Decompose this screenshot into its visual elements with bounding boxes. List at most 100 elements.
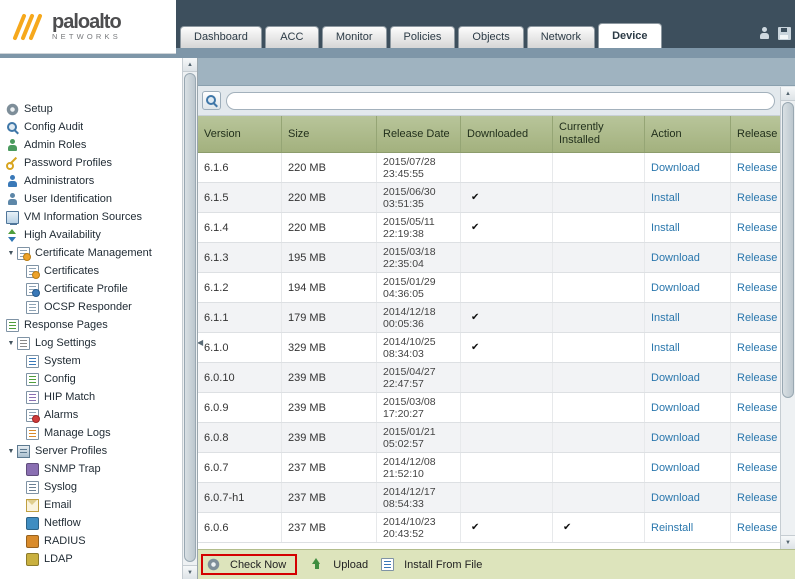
sidebar-item-vm-information-sources[interactable]: VM Information Sources [0, 208, 181, 226]
table-row: 6.0.7-h1 237 MB 2014/12/1708:54:33 Downl… [198, 483, 795, 513]
version-cell: 6.0.7-h1 [198, 483, 282, 512]
sidebar-item-email[interactable]: Email [0, 496, 181, 514]
sidebar-item-setup[interactable]: Setup [0, 100, 181, 118]
sidebar-item-config[interactable]: Config [0, 370, 181, 388]
scroll-down-icon[interactable]: ▼ [183, 565, 197, 579]
magnifier-icon [6, 121, 19, 134]
scroll-up-icon[interactable]: ▲ [183, 58, 197, 72]
action-link[interactable]: Download [651, 282, 700, 294]
release-notes-link[interactable]: Release [737, 432, 777, 444]
user-icon[interactable] [758, 27, 771, 40]
tab-dashboard[interactable]: Dashboard [180, 26, 262, 48]
tab-device[interactable]: Device [598, 23, 661, 48]
release-notes-link[interactable]: Release [737, 282, 777, 294]
table-scrollbar-thumb[interactable] [782, 102, 794, 398]
release-notes-link[interactable]: Release [737, 162, 777, 174]
action-link[interactable]: Download [651, 462, 700, 474]
tree-collapse-icon[interactable]: ▼ [6, 448, 16, 455]
column-header-size[interactable]: Size [282, 116, 377, 152]
tab-network[interactable]: Network [527, 26, 595, 48]
column-header-action[interactable]: Action [645, 116, 731, 152]
sidebar-item-certificate-management[interactable]: ▼Certificate Management [0, 244, 181, 262]
sidebar-item-radius[interactable]: RADIUS [0, 532, 181, 550]
sidebar-scrollbar-thumb[interactable] [184, 73, 196, 562]
column-header-version[interactable]: Version [198, 116, 282, 152]
scroll-up-icon[interactable]: ▲ [781, 87, 795, 101]
release-notes-link[interactable]: Release [737, 402, 777, 414]
upload-button[interactable]: Upload [310, 558, 368, 571]
sidebar-item-snmp-trap[interactable]: SNMP Trap [0, 460, 181, 478]
action-link[interactable]: Download [651, 402, 700, 414]
version-cell: 6.0.7 [198, 453, 282, 482]
collapse-sidebar-arrow[interactable]: ◀ [198, 338, 203, 347]
table-scrollbar[interactable]: ▲ ▼ [780, 87, 795, 549]
installed-cell [553, 453, 645, 482]
release-notes-link[interactable]: Release [737, 192, 777, 204]
save-icon[interactable] [778, 27, 791, 40]
action-link[interactable]: Install [651, 312, 680, 324]
column-header-release-date[interactable]: Release Date [377, 116, 461, 152]
release-notes-link[interactable]: Release [737, 372, 777, 384]
tree-collapse-icon[interactable]: ▼ [6, 340, 16, 347]
release-notes-link[interactable]: Release [737, 522, 777, 534]
sidebar-item-server-profiles[interactable]: ▼Server Profiles [0, 442, 181, 460]
sidebar-item-label: Admin Roles [24, 139, 86, 151]
action-link[interactable]: Install [651, 192, 680, 204]
filter-input[interactable] [226, 92, 775, 110]
action-link[interactable]: Download [651, 372, 700, 384]
key-icon [6, 157, 19, 170]
tab-objects[interactable]: Objects [458, 26, 523, 48]
action-link[interactable]: Install [651, 222, 680, 234]
release-notes-link[interactable]: Release [737, 462, 777, 474]
sidebar-scrollbar[interactable]: ▲ ▼ [182, 58, 197, 579]
sidebar-item-hip-match[interactable]: HIP Match [0, 388, 181, 406]
sidebar-item-netflow[interactable]: Netflow [0, 514, 181, 532]
release-notes-link[interactable]: Release [737, 312, 777, 324]
release-notes-link[interactable]: Release [737, 252, 777, 264]
size-cell: 220 MB [282, 183, 377, 212]
sidebar-item-user-identification[interactable]: User Identification [0, 190, 181, 208]
certificate-profile-icon [26, 283, 39, 296]
release-notes-link[interactable]: Release [737, 492, 777, 504]
sidebar-item-log-settings[interactable]: ▼Log Settings [0, 334, 181, 352]
install-from-file-button[interactable]: Install From File [381, 558, 482, 571]
size-cell: 239 MB [282, 363, 377, 392]
sidebar-item-admin-roles[interactable]: Admin Roles [0, 136, 181, 154]
sidebar-item-config-audit[interactable]: Config Audit [0, 118, 181, 136]
release-notes-link[interactable]: Release [737, 222, 777, 234]
sidebar-item-password-profiles[interactable]: Password Profiles [0, 154, 181, 172]
tab-policies[interactable]: Policies [390, 26, 456, 48]
envelope-icon [26, 499, 39, 512]
action-link[interactable]: Download [651, 432, 700, 444]
check-now-button[interactable]: Check Now [207, 558, 286, 571]
sidebar-item-manage-logs[interactable]: Manage Logs [0, 424, 181, 442]
sidebar-item-alarms[interactable]: Alarms [0, 406, 181, 424]
sidebar-item-certificate-profile[interactable]: Certificate Profile [0, 280, 181, 298]
column-header-currently-installed[interactable]: Currently Installed [553, 116, 645, 152]
scroll-down-icon[interactable]: ▼ [781, 535, 795, 549]
sidebar-item-certificates[interactable]: Certificates [0, 262, 181, 280]
action-link[interactable]: Download [651, 492, 700, 504]
alarm-icon [26, 409, 39, 422]
sidebar-item-high-availability[interactable]: High Availability [0, 226, 181, 244]
gear-icon [207, 558, 220, 571]
action-link[interactable]: Download [651, 162, 700, 174]
brand-name: paloalto [52, 13, 121, 32]
action-link[interactable]: Reinstall [651, 522, 693, 534]
column-header-downloaded[interactable]: Downloaded [461, 116, 553, 152]
tree-collapse-icon[interactable]: ▼ [6, 250, 16, 257]
size-cell: 195 MB [282, 243, 377, 272]
tab-monitor[interactable]: Monitor [322, 26, 387, 48]
action-link[interactable]: Download [651, 252, 700, 264]
sidebar-item-syslog[interactable]: Syslog [0, 478, 181, 496]
action-link[interactable]: Install [651, 342, 680, 354]
search-button[interactable] [202, 91, 221, 110]
sidebar-item-ldap[interactable]: LDAP [0, 550, 181, 568]
sidebar-item-administrators[interactable]: Administrators [0, 172, 181, 190]
sidebar-item-response-pages[interactable]: Response Pages [0, 316, 181, 334]
sidebar-item-system[interactable]: System [0, 352, 181, 370]
sidebar-item-ocsp-responder[interactable]: OCSP Responder [0, 298, 181, 316]
release-notes-link[interactable]: Release [737, 342, 777, 354]
person-icon [6, 139, 19, 152]
tab-acc[interactable]: ACC [265, 26, 319, 48]
